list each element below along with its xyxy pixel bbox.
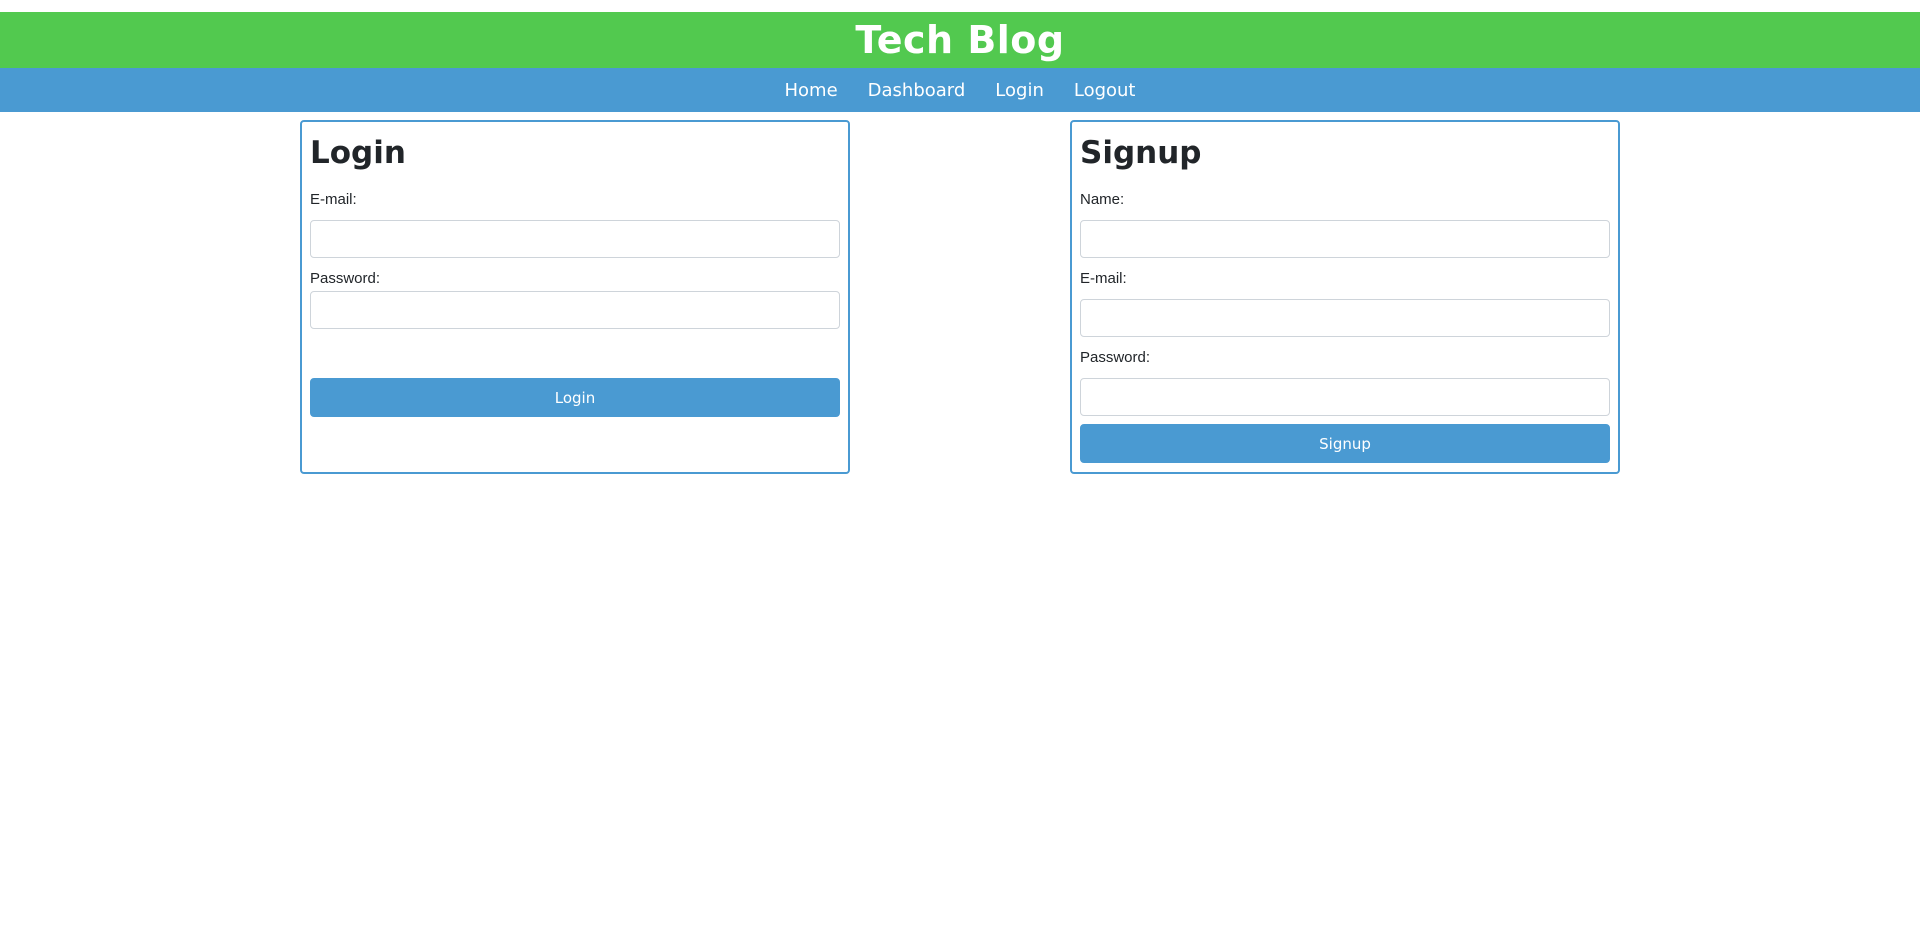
nav-link-logout[interactable]: Logout — [1074, 80, 1136, 101]
site-header: Tech Blog — [0, 12, 1920, 68]
signup-password-input[interactable] — [1080, 378, 1610, 416]
main-content: Login E-mail: Password: Login Signup Nam… — [0, 112, 1920, 930]
signup-card: Signup Name: E-mail: Password: Signup — [1070, 120, 1620, 474]
login-email-label: E-mail: — [310, 191, 357, 208]
signup-name-label: Name: — [1080, 191, 1125, 208]
login-email-input[interactable] — [310, 220, 840, 258]
top-gap — [0, 0, 1920, 12]
login-title: Login — [310, 135, 406, 171]
nav-link-home[interactable]: Home — [784, 80, 837, 101]
signup-email-input[interactable] — [1080, 299, 1610, 337]
signup-title: Signup — [1080, 135, 1202, 171]
site-title: Tech Blog — [855, 18, 1065, 62]
nav-link-dashboard[interactable]: Dashboard — [868, 80, 966, 101]
login-password-label: Password: — [310, 270, 381, 287]
login-password-input[interactable] — [310, 291, 840, 329]
signup-name-input[interactable] — [1080, 220, 1610, 258]
main-nav: Home Dashboard Login Logout — [0, 68, 1920, 112]
login-card: Login E-mail: Password: Login — [300, 120, 850, 474]
nav-link-login[interactable]: Login — [995, 80, 1044, 101]
signup-button[interactable]: Signup — [1080, 424, 1610, 463]
login-button[interactable]: Login — [310, 378, 840, 417]
signup-email-label: E-mail: — [1080, 270, 1127, 287]
signup-password-label: Password: — [1080, 349, 1151, 366]
